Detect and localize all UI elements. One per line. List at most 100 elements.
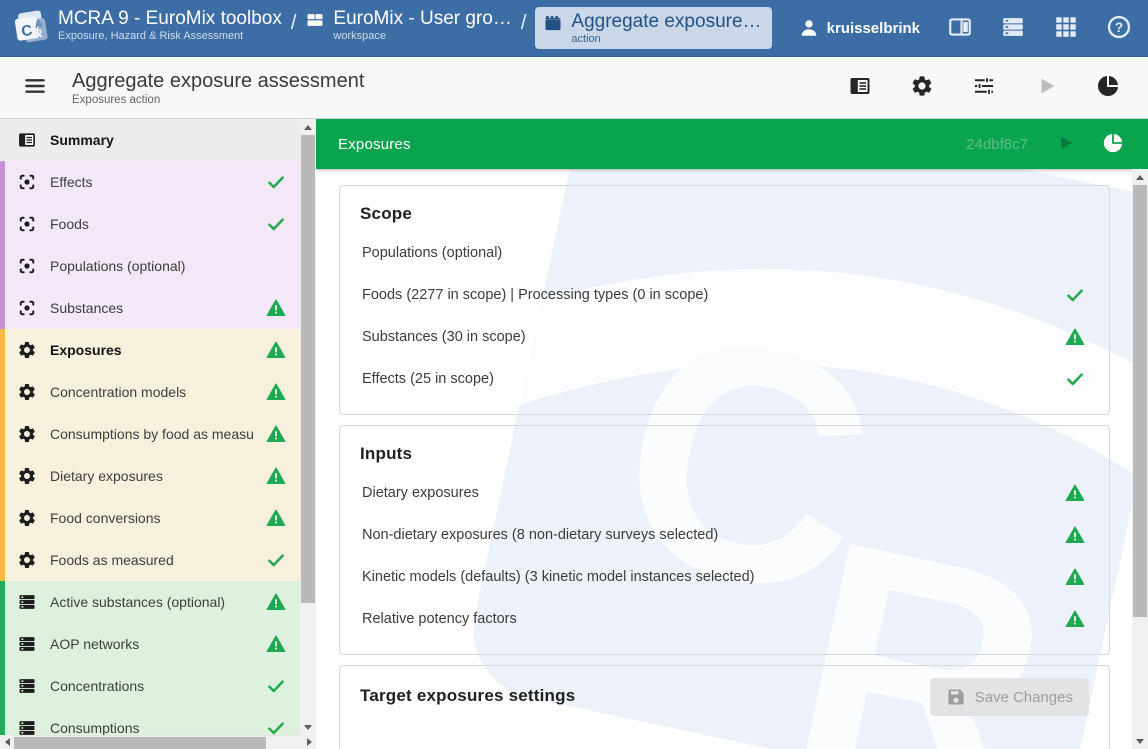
sidebar-item[interactable]: Summary: [5, 119, 300, 161]
sidebar-item[interactable]: Exposures: [5, 329, 300, 371]
main-vertical-scrollbar[interactable]: [1132, 169, 1148, 749]
breadcrumb-item[interactable]: EuroMix - User gro…workspace: [305, 7, 511, 42]
sidebar-item-label: AOP networks: [50, 636, 253, 652]
card-row[interactable]: Relative potency factors: [360, 598, 1089, 640]
warning-icon: [1065, 525, 1085, 545]
server-icon: [17, 676, 37, 696]
scan-icon: [17, 214, 37, 234]
sidebar-item[interactable]: Concentrations: [5, 665, 300, 707]
hamburger-menu-button[interactable]: [22, 73, 48, 102]
scroll-up-arrow[interactable]: [300, 119, 316, 135]
gear-icon: [17, 340, 37, 360]
page-title: Aggregate exposure assessment: [72, 70, 364, 93]
card-row[interactable]: Kinetic models (defaults) (3 kinetic mod…: [360, 556, 1089, 598]
content: Summary Effects Foods Populations (optional…: [0, 119, 1148, 749]
card-row[interactable]: Effects (25 in scope): [360, 358, 1089, 400]
sidebar-item-label: Summary: [50, 132, 286, 148]
card-row[interactable]: Dietary exposures: [360, 472, 1089, 514]
topbar: CRAMCRA 9 - EuroMix toolboxExposure, Haz…: [0, 0, 1148, 57]
scroll-down-arrow[interactable]: [300, 719, 316, 735]
card-row[interactable]: Populations (optional): [360, 232, 1089, 274]
breadcrumb-title: Aggregate exposure…: [571, 10, 761, 33]
scrollbar-thumb[interactable]: [14, 737, 266, 749]
card: Scope Populations (optional) Foods (2277 i…: [339, 185, 1110, 415]
sidebar-item[interactable]: Consumptions: [5, 707, 300, 735]
card-row[interactable]: Substances (30 in scope): [360, 316, 1089, 358]
server-icon: [17, 592, 37, 612]
card-row-label: Populations (optional): [362, 245, 1087, 261]
page: CRAMCRA 9 - EuroMix toolboxExposure, Haz…: [0, 0, 1148, 749]
card-row[interactable]: Non-dietary exposures (8 non-dietary sur…: [360, 514, 1089, 556]
card-row-label: Substances (30 in scope): [362, 329, 1065, 345]
run-button[interactable]: [1034, 74, 1058, 101]
panel-view-button[interactable]: [947, 14, 973, 43]
play-icon: [1034, 74, 1058, 98]
pie-chart-icon: [1102, 132, 1124, 154]
run-id: 24dbf8c7: [966, 136, 1028, 153]
workspace-icon: [305, 10, 325, 30]
run-module-button[interactable]: [1055, 133, 1075, 156]
sidebar-item[interactable]: Concentration models: [5, 371, 300, 413]
report-button[interactable]: [1096, 74, 1120, 101]
sidebar-item[interactable]: Effects: [5, 161, 300, 203]
sidebar-item[interactable]: Foods: [5, 203, 300, 245]
breadcrumb-subtitle: Exposure, Hazard & Risk Assessment: [58, 30, 282, 42]
scrollbar-thumb[interactable]: [1133, 185, 1147, 617]
save-icon: [946, 687, 966, 707]
module-header: Exposures 24dbf8c7: [316, 119, 1148, 169]
help-button[interactable]: ?: [1106, 14, 1132, 43]
sidebar-vertical-scrollbar[interactable]: [300, 119, 316, 735]
scroll-down-arrow[interactable]: [1132, 733, 1148, 749]
tune-settings-button[interactable]: [972, 74, 996, 101]
breadcrumb-subtitle: action: [571, 33, 761, 45]
sidebar-item-label: Active substances (optional): [50, 594, 253, 610]
sidebar-item-label: Effects: [50, 174, 253, 190]
settings-button[interactable]: [910, 74, 934, 101]
warning-icon: [1065, 483, 1085, 503]
breadcrumb-item[interactable]: CRAMCRA 9 - EuroMix toolboxExposure, Haz…: [10, 7, 282, 48]
summary-button[interactable]: [848, 74, 872, 101]
topbar-right: kruisselbrink ?: [798, 7, 1132, 49]
scroll-up-arrow[interactable]: [1132, 169, 1148, 185]
card-title: Inputs: [360, 444, 412, 464]
card-row[interactable]: Foods (2277 in scope) | Processing types…: [360, 274, 1089, 316]
scroll-right-arrow[interactable]: [302, 735, 316, 749]
check-icon: [266, 676, 286, 696]
scan-icon: [17, 298, 37, 318]
card-title: Scope: [360, 204, 412, 224]
warning-icon: [1065, 609, 1085, 629]
module-report-button[interactable]: [1102, 132, 1124, 157]
warning-icon: [1065, 567, 1085, 587]
apps-grid-button[interactable]: [1053, 14, 1079, 43]
warning-icon: [266, 592, 286, 612]
sidebar-item-label: Concentrations: [50, 678, 253, 694]
sidebar-item[interactable]: Populations (optional): [5, 245, 300, 287]
breadcrumb-title: EuroMix - User gro…: [333, 7, 511, 30]
sidebar-item-label: Populations (optional): [50, 258, 286, 274]
breadcrumb-item[interactable]: Aggregate exposure…action: [535, 7, 771, 49]
sidebar-horizontal-scrollbar[interactable]: [0, 735, 316, 749]
save-changes-button[interactable]: Save Changes: [930, 678, 1089, 716]
username: kruisselbrink: [827, 20, 920, 37]
sidebar-item[interactable]: Substances: [5, 287, 300, 329]
action-icon: [543, 13, 563, 33]
sidebar-item[interactable]: AOP networks: [5, 623, 300, 665]
card-head: Scope: [360, 202, 1089, 232]
gear-icon: [17, 466, 37, 486]
cards-container: Scope Populations (optional) Foods (2277 i…: [316, 185, 1148, 749]
sidebar-item[interactable]: Foods as measured: [5, 539, 300, 581]
scroll-left-arrow[interactable]: [0, 735, 14, 749]
svg-text:?: ?: [1115, 19, 1123, 34]
sidebar-item[interactable]: Food conversions: [5, 497, 300, 539]
sidebar-item[interactable]: Dietary exposures: [5, 455, 300, 497]
sidebar-item-label: Consumptions: [50, 720, 253, 735]
scrollbar-thumb[interactable]: [301, 135, 315, 603]
runs-list-button[interactable]: [1000, 14, 1026, 43]
sidebar-item[interactable]: Active substances (optional): [5, 581, 300, 623]
summary-book-icon: [17, 130, 37, 150]
sidebar-item-label: Consumptions by food as measured: [50, 426, 253, 442]
user-menu[interactable]: kruisselbrink: [798, 17, 920, 39]
server-icon: [17, 634, 37, 654]
sidebar-item[interactable]: Consumptions by food as measured: [5, 413, 300, 455]
sidebar-item-label: Foods as measured: [50, 552, 253, 568]
